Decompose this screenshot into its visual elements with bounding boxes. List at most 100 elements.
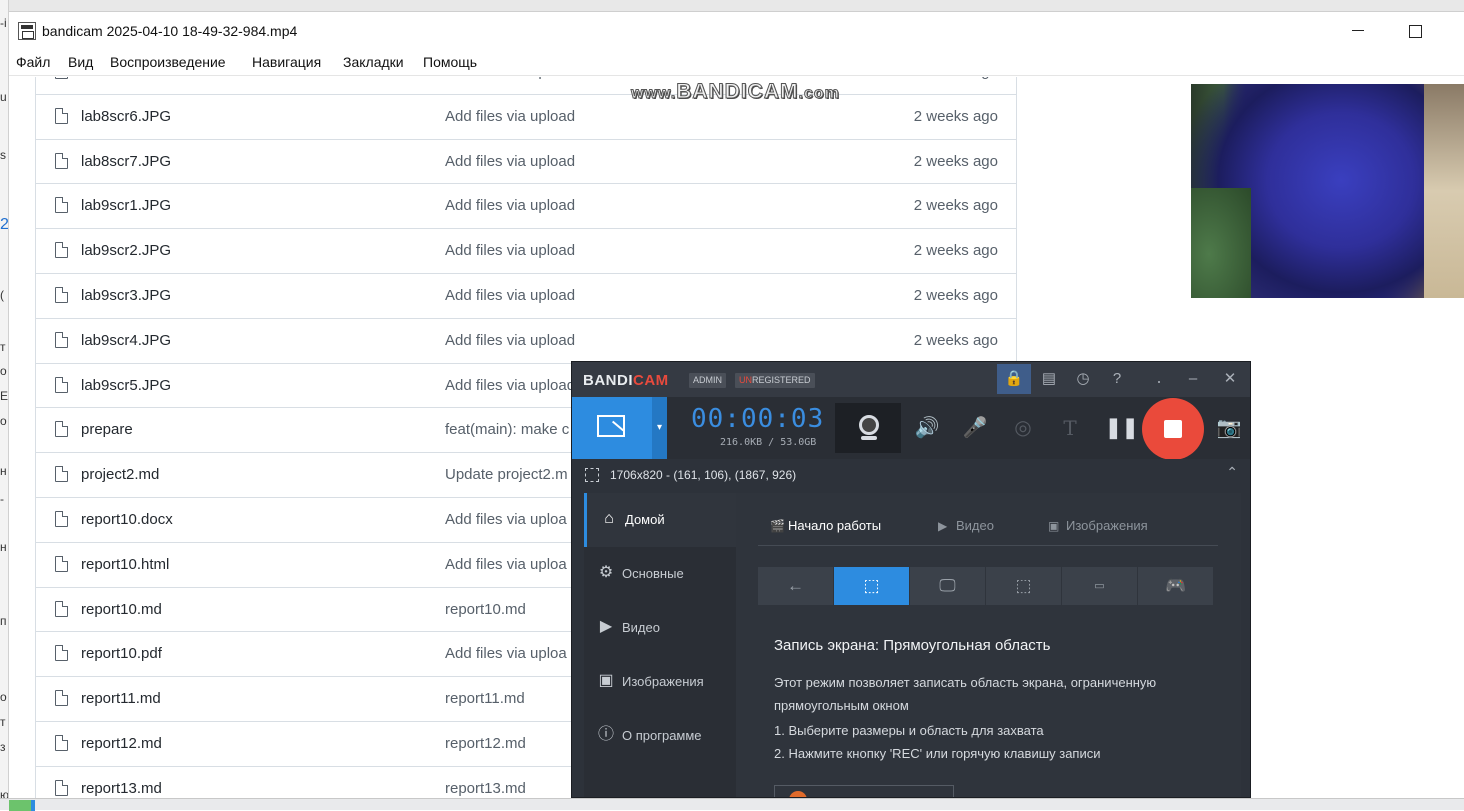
commit-message-link[interactable]: Add files via uploa [445, 556, 567, 573]
folder-icon[interactable]: ▤ [1037, 368, 1061, 390]
sidebar-item-about[interactable]: ⓘ О программе [584, 709, 736, 763]
back-arrow-icon[interactable]: ← [758, 567, 834, 605]
pause-button[interactable]: ❚❚ [1105, 415, 1139, 441]
commit-message-link[interactable]: Add files via upload [445, 197, 575, 214]
commit-message-link[interactable]: Add files via upload [445, 332, 575, 349]
commit-message-link[interactable]: Update project2.m [445, 466, 568, 483]
menu-playback[interactable]: Воспроизведение [110, 54, 226, 70]
menu-bookmarks[interactable]: Закладки [343, 54, 404, 70]
commit-message-link[interactable]: report13.md [445, 780, 526, 797]
table-row[interactable]: lab8scr6.JPG Add files via upload 2 weeks … [36, 93, 1016, 139]
file-name-link[interactable]: report12.md [81, 735, 162, 752]
close-icon[interactable]: ✕ [1218, 368, 1242, 390]
maximize-button[interactable] [1404, 20, 1426, 42]
mode-heading: Запись экрана: Прямоугольная область [774, 637, 1051, 654]
table-row[interactable]: lab9scr1.JPG Add files via upload 2 weeks … [36, 183, 1016, 228]
text-overlay-icon[interactable]: T [1057, 415, 1083, 441]
commit-message-link[interactable]: report11.md [445, 690, 525, 707]
commit-date: 2 weeks ago [914, 77, 998, 80]
commit-message-link[interactable]: Add files via upload [445, 377, 575, 394]
cursor-effect-icon[interactable]: ◎ [1010, 415, 1036, 441]
hdmi-icon[interactable]: ▭ [1062, 567, 1138, 605]
commit-message-link[interactable]: feat(main): make c [445, 421, 569, 438]
file-name-link[interactable]: report11.md [81, 690, 161, 707]
file-name-link[interactable]: lab8scr5.JPG [81, 77, 171, 80]
file-name-link[interactable]: report10.docx [81, 511, 173, 528]
table-row[interactable]: lab9scr2.JPG Add files via upload 2 weeks … [36, 228, 1016, 273]
file-icon [55, 77, 68, 79]
file-name-link[interactable]: project2.md [81, 466, 159, 483]
minimize-button[interactable] [1347, 20, 1369, 42]
collapse-icon[interactable]: ․ [1147, 368, 1171, 390]
webcam-overlay-button[interactable] [835, 403, 901, 453]
file-name-link[interactable]: lab8scr7.JPG [81, 153, 171, 170]
menu-file[interactable]: Файл [16, 54, 50, 70]
speaker-icon[interactable]: 🔊 [914, 415, 940, 441]
commit-date: 2 weeks ago [913, 197, 998, 215]
mode-dropdown-button[interactable]: ▾ [652, 397, 667, 459]
file-name-link[interactable]: lab9scr2.JPG [81, 242, 171, 259]
file-name-link[interactable]: lab9scr4.JPG [81, 332, 171, 349]
stop-record-button[interactable] [1142, 398, 1204, 460]
commit-message-link[interactable]: Add files via uploa [445, 511, 567, 528]
fullscreen-icon[interactable]: 🖵 [910, 567, 986, 605]
clock-icon[interactable]: ◷ [1071, 368, 1095, 390]
table-row[interactable]: lab9scr3.JPG Add files via upload 2 weeks … [36, 272, 1016, 318]
commit-message-link[interactable]: Add files via upload [445, 242, 575, 259]
commit-message-link[interactable]: Add files via upload [445, 108, 575, 125]
file-icon [55, 152, 68, 169]
lock-icon[interactable]: 🔒 [997, 364, 1031, 394]
file-name-link[interactable]: lab8scr6.JPG [81, 108, 171, 125]
taskbar-app-icon[interactable] [9, 800, 31, 811]
bandicam-title-bar: BANDICAM ADMIN UNREGISTERED 🔒 ▤ ◷ ? ․ – … [572, 362, 1250, 397]
table-row[interactable]: lab8scr5.JPG Add files via upload 2 weeks … [36, 77, 1016, 94]
file-name-link[interactable]: report10.html [81, 556, 169, 573]
commit-message-link[interactable]: Add files via upload [445, 153, 575, 170]
sidebar-item-video[interactable]: ▶ Видео [584, 601, 736, 655]
microphone-icon[interactable]: 🎤 [962, 415, 988, 441]
file-name-link[interactable]: report10.md [81, 601, 162, 618]
file-name-link[interactable]: prepare [81, 421, 133, 438]
file-name-link[interactable]: lab9scr3.JPG [81, 287, 171, 304]
mode-description: Этот режим позволяет записать область эк… [774, 675, 1157, 713]
help-icon[interactable]: ? [1105, 368, 1129, 390]
tab-images[interactable]: ▣ Изображения [1048, 518, 1148, 533]
tab-getting-started[interactable]: 🎬 Начало работы [770, 518, 881, 533]
file-name-link[interactable]: report10.pdf [81, 645, 162, 662]
chevron-up-icon[interactable]: ⌃ [1226, 464, 1238, 481]
file-icon [55, 331, 68, 348]
menu-view[interactable]: Вид [68, 54, 93, 70]
rectangle-area-icon[interactable]: ⬚ [834, 567, 910, 605]
table-row[interactable]: lab8scr7.JPG Add files via upload 2 weeks … [36, 138, 1016, 184]
menu-navigation[interactable]: Навигация [252, 54, 321, 70]
webcam-icon-base [861, 436, 877, 440]
screenshot-camera-icon[interactable]: 📷 [1216, 415, 1242, 441]
file-name-link[interactable]: lab9scr1.JPG [81, 197, 171, 214]
gamepad-icon[interactable]: 🎮 [1138, 567, 1214, 605]
screen-mode-button[interactable] [572, 397, 652, 459]
commit-message-link[interactable]: Add files via upload [445, 77, 575, 80]
file-name-link[interactable]: lab9scr5.JPG [81, 377, 171, 394]
webcam-overlay [1191, 84, 1464, 298]
file-name-link[interactable]: report13.md [81, 780, 162, 797]
help-button[interactable] [774, 785, 954, 797]
tab-divider [758, 545, 1218, 546]
file-size-readout: 216.0KB / 53.0GB [720, 437, 817, 448]
bandicam-body: ⌂ Домой ⚙ Основные ▶ Видео ▣ Изображения… [584, 493, 1241, 797]
info-icon: ⓘ [597, 726, 614, 743]
tab-video[interactable]: ▶ Видео [938, 518, 994, 533]
sidebar-item-images[interactable]: ▣ Изображения [584, 655, 736, 709]
menu-help[interactable]: Помощь [423, 54, 477, 70]
commit-message-link[interactable]: report12.md [445, 735, 526, 752]
minimize-icon[interactable]: – [1181, 368, 1205, 390]
sidebar-item-home[interactable]: ⌂ Домой [584, 493, 736, 547]
edge-fragment: -i [0, 16, 7, 30]
sidebar-item-label: Домой [625, 512, 665, 527]
sidebar-item-general[interactable]: ⚙ Основные [584, 547, 736, 601]
edge-fragment: o [0, 364, 7, 378]
commit-message-link[interactable]: Add files via uploa [445, 645, 567, 662]
around-mouse-icon[interactable]: ⬚ [986, 567, 1062, 605]
commit-message-link[interactable]: Add files via upload [445, 287, 575, 304]
commit-message-link[interactable]: report10.md [445, 601, 526, 618]
table-row[interactable]: lab9scr4.JPG Add files via upload 2 weeks … [36, 317, 1016, 363]
